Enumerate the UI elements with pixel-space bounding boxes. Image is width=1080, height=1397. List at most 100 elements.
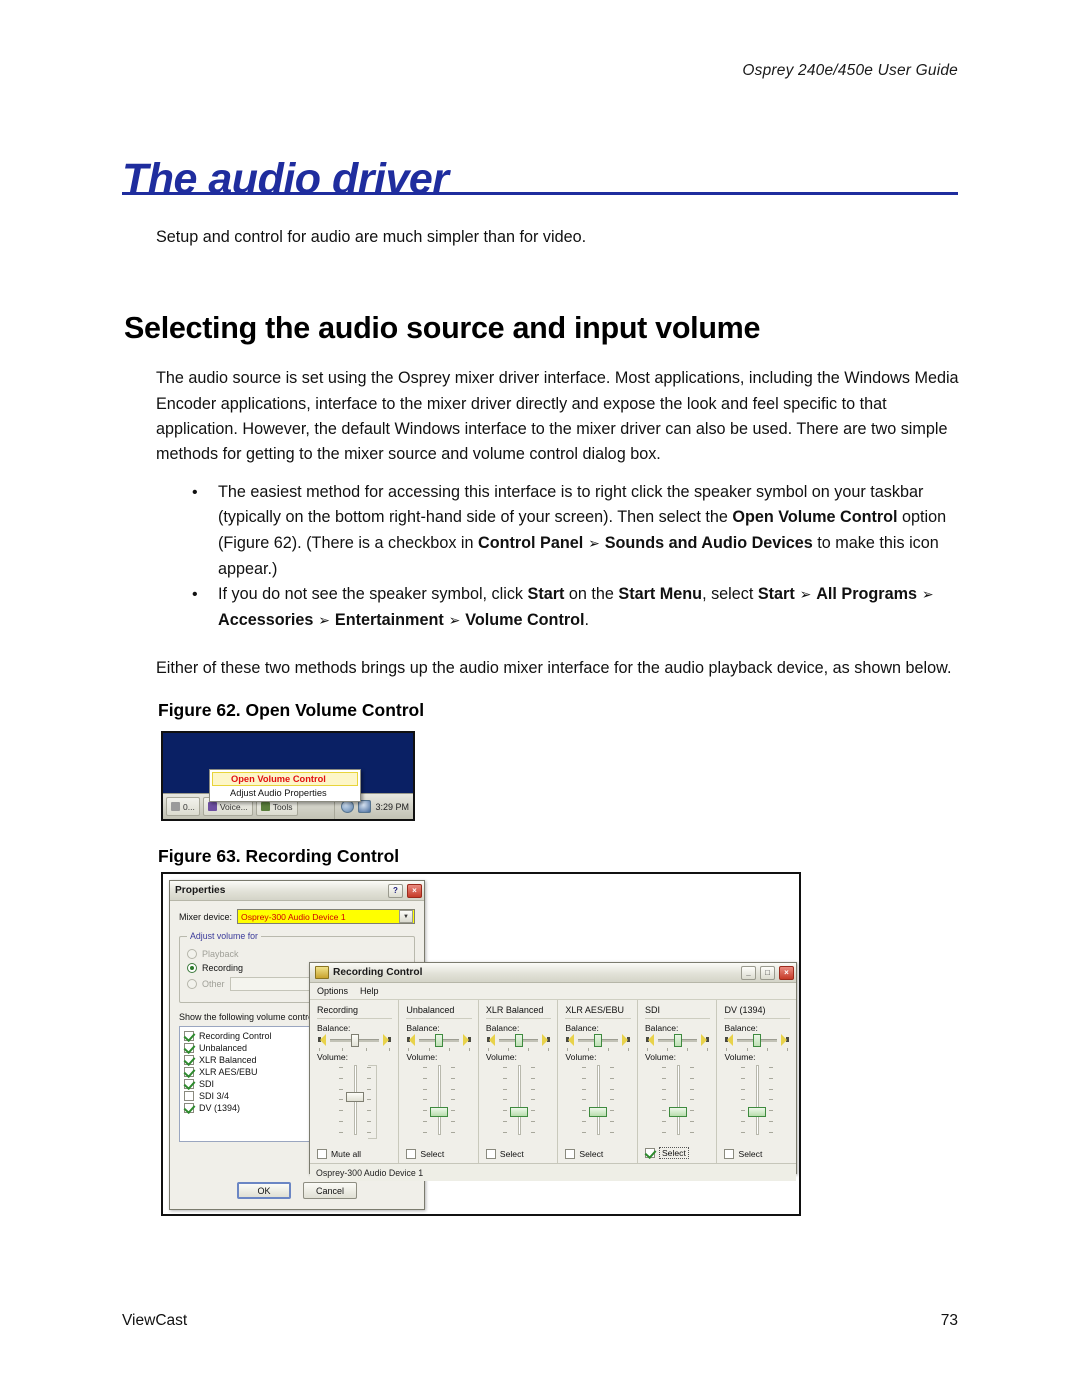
- mixer-column: Recording Balance: Volume: Mute all: [310, 1000, 400, 1163]
- speaker-left-icon: [645, 1034, 656, 1046]
- balance-track[interactable]: [657, 1033, 698, 1047]
- mixer-column-checkbox[interactable]: Select: [644, 1144, 711, 1163]
- balance-thumb[interactable]: [435, 1033, 444, 1047]
- balance-thumb[interactable]: [673, 1033, 682, 1047]
- mixer-column: XLR Balanced Balance: Volume: Select: [479, 1000, 559, 1163]
- ok-button[interactable]: OK: [237, 1182, 291, 1199]
- taskbar-button[interactable]: 0...: [166, 797, 200, 816]
- cancel-button[interactable]: Cancel: [303, 1182, 357, 1199]
- adjust-volume-legend: Adjust volume for: [190, 931, 258, 941]
- speaker-right-icon: [461, 1034, 472, 1046]
- balance-thumb[interactable]: [350, 1033, 359, 1047]
- balance-slider[interactable]: [724, 1033, 790, 1047]
- mixer-device-value: Osprey-300 Audio Device 1: [241, 911, 346, 922]
- mixer-device-label: Mixer device:: [179, 911, 233, 922]
- balance-label: Balance:: [565, 1023, 599, 1033]
- mixer-column-checkbox[interactable]: Mute all: [317, 1146, 392, 1163]
- emphasis-text: Open Volume Control: [732, 508, 898, 527]
- mixer-device-select[interactable]: Osprey-300 Audio Device 1 ▼: [237, 909, 415, 924]
- mixer-column-checkbox[interactable]: Select: [406, 1146, 472, 1163]
- emphasis-text: ➢: [583, 535, 605, 552]
- emphasis-text: Volume Control: [465, 611, 585, 630]
- volume-label: Volume:: [485, 1052, 517, 1062]
- mixer-column-title: Recording: [317, 1005, 393, 1019]
- mixer-column-title: SDI: [644, 1005, 711, 1019]
- speaker-right-icon: [620, 1034, 631, 1046]
- volume-thumb[interactable]: [748, 1107, 767, 1117]
- volume-slider[interactable]: [317, 1063, 392, 1146]
- volume-ticks-left: [582, 1067, 587, 1133]
- close-icon[interactable]: ×: [407, 883, 422, 898]
- mixer-column-checkbox[interactable]: Select: [485, 1146, 552, 1163]
- minimize-icon[interactable]: _: [741, 965, 756, 980]
- volume-track-wrap[interactable]: [495, 1065, 543, 1135]
- balance-slider[interactable]: [486, 1033, 552, 1047]
- footer-page-number: 73: [940, 1312, 958, 1329]
- volume-slider[interactable]: [724, 1063, 790, 1146]
- radio-playback[interactable]: Playback: [187, 949, 407, 959]
- volume-thumb[interactable]: [589, 1107, 608, 1117]
- volume-track-wrap[interactable]: [574, 1065, 622, 1135]
- running-header: Osprey 240e/450e User Guide: [742, 62, 958, 79]
- properties-title-label: Properties: [175, 885, 226, 896]
- checkbox-checked-icon: [644, 1148, 655, 1158]
- volume-ticks-right: [610, 1067, 615, 1133]
- maximize-icon[interactable]: □: [760, 965, 775, 980]
- balance-track[interactable]: [419, 1033, 459, 1047]
- volume-ticks-left: [423, 1067, 428, 1133]
- checkbox-label: Unbalanced: [199, 1043, 248, 1053]
- volume-thumb[interactable]: [430, 1107, 449, 1117]
- checkbox-label: XLR Balanced: [199, 1055, 257, 1065]
- emphasis-text: ➢: [917, 587, 934, 603]
- list-item: • The easiest method for accessing this …: [192, 480, 962, 583]
- paragraph-intro: The audio source is set using the Osprey…: [156, 369, 959, 464]
- chevron-down-icon[interactable]: ▼: [399, 910, 413, 923]
- list-item: • If you do not see the speaker symbol, …: [192, 582, 962, 635]
- volume-track-wrap[interactable]: [733, 1065, 781, 1135]
- checkbox-checked-icon: [184, 1055, 194, 1065]
- emphasis-text: Accessories: [218, 611, 314, 630]
- volume-track-wrap[interactable]: [331, 1065, 379, 1139]
- menu-item-adjust-audio-properties[interactable]: Adjust Audio Properties: [210, 786, 360, 800]
- balance-slider[interactable]: [406, 1033, 472, 1047]
- balance-track[interactable]: [330, 1033, 380, 1047]
- checkbox-checked-icon: [184, 1067, 194, 1077]
- volume-slider[interactable]: [645, 1063, 711, 1144]
- volume-thumb[interactable]: [668, 1107, 687, 1117]
- balance-track[interactable]: [498, 1033, 539, 1047]
- volume-ticks-left: [741, 1067, 746, 1133]
- menu-help[interactable]: Help: [360, 986, 379, 996]
- balance-thumb[interactable]: [753, 1033, 762, 1047]
- volume-track-wrap[interactable]: [654, 1065, 702, 1135]
- checkbox-unchecked-icon: [317, 1149, 327, 1159]
- checkbox-label: Recording Control: [199, 1031, 272, 1041]
- figure-63-caption: Figure 63. Recording Control: [158, 846, 400, 866]
- balance-slider[interactable]: [317, 1033, 392, 1047]
- app-icon: [171, 802, 180, 811]
- volume-label: Volume:: [724, 1052, 756, 1062]
- volume-thumb[interactable]: [345, 1091, 364, 1102]
- balance-thumb[interactable]: [514, 1033, 523, 1047]
- volume-thumb[interactable]: [509, 1107, 528, 1117]
- help-icon[interactable]: ?: [388, 883, 403, 898]
- balance-slider[interactable]: [565, 1033, 631, 1047]
- mixer-column-checkbox[interactable]: Select: [565, 1146, 631, 1163]
- recording-control-title-bar: Recording Control _ □ ×: [310, 963, 796, 983]
- volume-ticks-right: [769, 1067, 774, 1133]
- speaker-right-icon: [779, 1034, 790, 1046]
- balance-track[interactable]: [737, 1033, 778, 1047]
- volume-slider[interactable]: [565, 1063, 631, 1146]
- volume-slider[interactable]: [406, 1063, 472, 1146]
- balance-track[interactable]: [578, 1033, 618, 1047]
- close-icon[interactable]: ×: [779, 965, 794, 980]
- menu-item-open-volume-control[interactable]: Open Volume Control: [212, 772, 358, 786]
- menu-options[interactable]: Options: [317, 986, 348, 996]
- balance-slider[interactable]: [645, 1033, 711, 1047]
- volume-track: [676, 1065, 680, 1135]
- mixer-column-checkbox[interactable]: Select: [724, 1146, 790, 1163]
- volume-ticks-right: [689, 1067, 694, 1133]
- mixer-column-title: Unbalanced: [406, 1005, 472, 1019]
- balance-thumb[interactable]: [594, 1033, 603, 1047]
- volume-slider[interactable]: [486, 1063, 552, 1146]
- volume-track-wrap[interactable]: [415, 1065, 463, 1135]
